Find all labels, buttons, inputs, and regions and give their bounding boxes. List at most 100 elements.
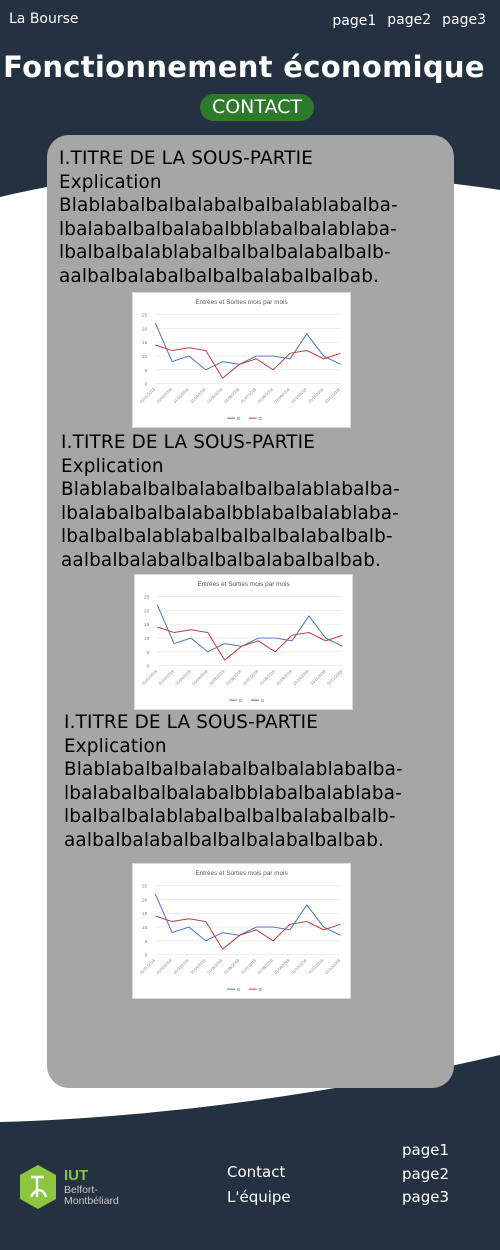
x-tick-label: 01/03/2018 [172,386,190,404]
section-text-line: lbalabalbalbalabalbblabalbalablaba- [59,218,397,240]
chart-title: Entrées et Sorties mois par mois [195,299,287,306]
x-tick-label: 01/06/2018 [225,668,243,686]
series-line-E [156,604,343,653]
chart-svg: Entrées et Sorties mois par mois 0 5 10 15 20… [141,581,344,704]
nav-page3[interactable]: page3 [442,12,486,29]
line-chart-2: Entrées et Sorties mois par mois 0 5 10 15 20… [134,574,353,710]
x-tick-label: 01/11/2018 [307,386,325,404]
x-tick-label: 01/05/2018 [206,386,224,404]
x-tick-label: 01/07/2018 [242,668,260,686]
section-text-line: lbalbalbalablabalbalbalbalabalbalb- [64,806,396,828]
footer-link-page1[interactable]: page1 [402,1139,449,1163]
y-tick-label: 20 [142,897,148,903]
chart-svg: Entrées et Sorties mois par mois 0 5 10 15 20… [139,299,342,422]
series-line-E [154,893,341,942]
x-tick-label: 01/06/2018 [223,957,241,975]
y-tick-label: 10 [142,354,148,360]
x-tick-label: 01/04/2018 [189,386,207,404]
x-tick-label: 01/08/2018 [258,668,276,686]
y-tick-label: 10 [144,636,150,642]
x-tick-label: 01/10/2018 [290,386,308,404]
x-tick-label: 01/12/2018 [324,386,342,404]
chart-title: Entrées et Sorties mois par mois [197,581,289,588]
y-tick-label: 20 [144,608,150,614]
x-tick-label: 01/09/2018 [273,957,291,975]
y-tick-label: 25 [144,595,150,601]
legend-label: E [237,987,241,993]
x-tick-label: 01/01/2018 [139,386,157,404]
section-3: I.TITRE DE LA SOUS-PARTIE Explication Bl… [64,711,403,853]
iut-logo[interactable]: IUT Belfort- Montbéliard [18,1163,128,1215]
footer-links-pages: page1 page2 page3 [402,1139,449,1210]
x-tick-label: 01/08/2018 [256,957,274,975]
y-tick-label: 25 [142,884,148,890]
chart-title: Entrées et Sorties mois par mois [195,870,287,877]
footer-link-page2[interactable]: page2 [402,1163,449,1187]
y-tick-label: 20 [142,326,148,332]
section-subheading: Explication [59,171,162,193]
y-tick-label: 15 [142,340,148,346]
x-tick-label: 01/12/2018 [326,668,344,686]
nav-page2[interactable]: page2 [387,12,431,29]
y-tick-label: 0 [145,382,148,388]
x-tick-label: 01/01/2018 [141,668,159,686]
svg-text:IUT: IUT [64,1167,88,1184]
footer-link-contact[interactable]: Contact [227,1160,291,1185]
y-tick-label: 15 [144,622,150,628]
legend-label: S [259,416,263,422]
footer-link-team[interactable]: L'équipe [227,1185,291,1210]
section-1: I.TITRE DE LA SOUS-PARTIE Explication Bl… [59,147,398,289]
y-tick-label: 0 [147,664,150,670]
series-line-S [155,344,341,379]
line-chart-1: Entrées et Sorties mois par mois 0 5 10 15 20… [132,292,351,428]
x-tick-label: 01/07/2018 [240,386,258,404]
x-tick-label: 01/11/2018 [309,668,327,686]
footer-link-page3[interactable]: page3 [402,1186,449,1210]
y-tick-label: 25 [142,313,148,319]
x-tick-label: 01/09/2018 [273,386,291,404]
x-tick-label: 01/05/2018 [208,668,226,686]
x-tick-label: 01/02/2018 [155,957,173,975]
series-line-S [157,626,343,661]
section-text-line: aalbalbalabalbalbalbalabalbalbab. [64,829,385,851]
top-nav: page1 page2 page3 [332,12,486,29]
legend-label: S [259,987,263,993]
brand-name[interactable]: La Bourse [9,11,79,27]
x-tick-label: 01/05/2018 [206,957,224,975]
svg-text:Montbéliard: Montbéliard [64,1195,119,1207]
y-tick-label: 5 [145,368,148,374]
section-text-line: aalbalbalabalbalbalbalabalbalbab. [59,265,380,287]
nav-page1[interactable]: page1 [332,13,376,29]
x-tick-label: 01/12/2018 [324,957,342,975]
section-2: I.TITRE DE LA SOUS-PARTIE Explication Bl… [61,431,400,573]
y-tick-label: 10 [142,925,148,931]
legend-label: E [237,416,241,422]
series-line-E [154,322,341,371]
x-tick-label: 01/06/2018 [223,386,241,404]
x-tick-label: 01/10/2018 [292,668,310,686]
x-tick-label: 01/03/2018 [172,957,190,975]
section-text-line: lbalbalbalablabalbalbalbalabalbalb- [61,526,393,548]
y-tick-label: 5 [147,650,150,656]
legend-label: S [261,698,265,704]
x-tick-label: 01/01/2018 [139,957,157,975]
section-text-line: aalbalbalabalbalbalbalabalbalbab. [61,549,382,571]
y-tick-label: 15 [142,911,148,917]
page-title: Fonctionnement économique [3,50,485,84]
footer-links-main: Contact L'équipe [227,1160,291,1210]
section-subheading: Explication [64,735,167,757]
section-text-line: lbalabalbalbalabalbblabalbalablaba- [64,782,402,804]
legend-label: E [239,698,243,704]
section-heading: I.TITRE DE LA SOUS-PARTIE [61,432,316,453]
x-tick-label: 01/10/2018 [290,957,308,975]
x-tick-label: 01/11/2018 [307,957,325,975]
x-tick-label: 01/03/2018 [174,668,192,686]
chart-svg: Entrées et Sorties mois par mois 0 5 10 15 20… [139,870,342,993]
section-text-line: Blablabalbalbalabalbalbalablabalba- [64,759,403,781]
x-tick-label: 01/02/2018 [157,668,175,686]
section-text-line: Blablabalbalbalabalbalbalablabalba- [61,479,400,501]
x-tick-label: 01/08/2018 [256,386,274,404]
section-text-line: lbalbalbalablabalbalbalbalabalbalb- [59,242,391,264]
contact-button[interactable]: CONTACT [200,94,314,121]
y-tick-label: 5 [145,939,148,945]
